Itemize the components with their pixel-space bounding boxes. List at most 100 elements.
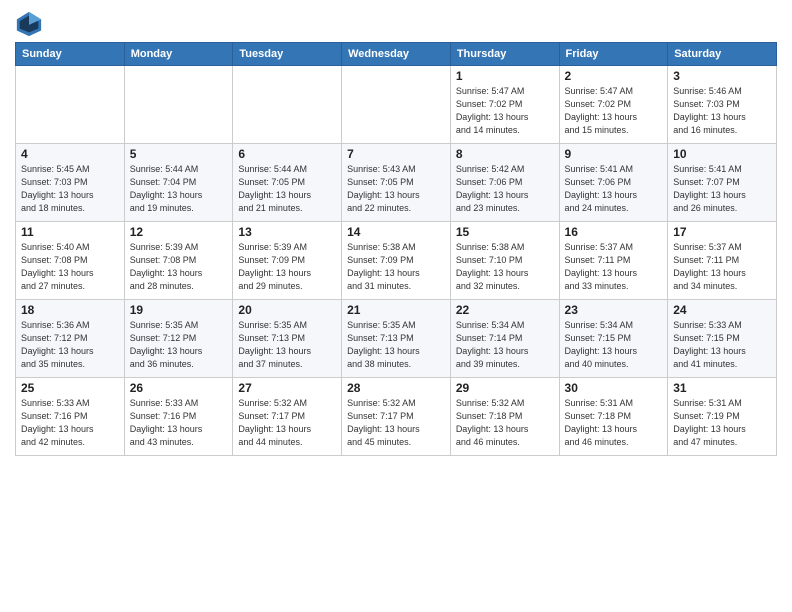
day-number: 12 [130,225,228,239]
day-info: Sunrise: 5:39 AM Sunset: 7:08 PM Dayligh… [130,241,228,293]
calendar-cell: 10Sunrise: 5:41 AM Sunset: 7:07 PM Dayli… [668,144,777,222]
day-info: Sunrise: 5:31 AM Sunset: 7:18 PM Dayligh… [565,397,663,449]
day-info: Sunrise: 5:35 AM Sunset: 7:13 PM Dayligh… [347,319,445,371]
calendar-cell: 29 Sunrise: 5:32 AM Sunset: 7:18 PM Dayli… [450,378,559,456]
day-number: 13 [238,225,336,239]
day-info: Sunrise: 5:44 AM Sunset: 7:04 PM Dayligh… [130,163,228,215]
day-number: 25 [21,381,119,395]
calendar-cell: 2 Sunrise: 5:47 AM Sunset: 7:02 PM Daylig… [559,66,668,144]
day-number: 4 [21,147,119,161]
calendar-cell: 16 Sunrise: 5:37 AM Sunset: 7:11 PM Dayli… [559,222,668,300]
calendar-cell: 11 Sunrise: 5:40 AM Sunset: 7:08 PM Dayli… [16,222,125,300]
calendar-cell: 9 Sunrise: 5:41 AM Sunset: 7:06 PM Daylig… [559,144,668,222]
day-number: 15 [456,225,554,239]
calendar-cell: 17 Sunrise: 5:37 AM Sunset: 7:11 PM Dayli… [668,222,777,300]
day-number: 2 [565,69,663,83]
day-number: 26 [130,381,228,395]
calendar-body: 1 Sunrise: 5:47 AM Sunset: 7:02 PM Daylig… [16,66,777,456]
day-info: Sunrise: 5:33 AM Sunset: 7:15 PM Dayligh… [673,319,771,371]
calendar-cell: 1Sunrise: 5:47 AM Sunset: 7:02 PM Daylig… [450,66,559,144]
day-number: 7 [347,147,445,161]
day-number: 11 [21,225,119,239]
weekday-monday: Monday [124,43,233,66]
calendar-cell: 23 Sunrise: 5:34 AM Sunset: 7:15 PM Dayli… [559,300,668,378]
logo [15,10,47,38]
calendar-cell: 26 Sunrise: 5:33 AM Sunset: 7:16 PM Dayli… [124,378,233,456]
day-number: 18 [21,303,119,317]
calendar-cell: 12 Sunrise: 5:39 AM Sunset: 7:08 PM Dayli… [124,222,233,300]
day-info: Sunrise: 5:32 AM Sunset: 7:18 PM Dayligh… [456,397,554,449]
day-info: Sunrise: 5:44 AM Sunset: 7:05 PM Dayligh… [238,163,336,215]
day-number: 17 [673,225,771,239]
weekday-friday: Friday [559,43,668,66]
day-number: 21 [347,303,445,317]
day-number: 1 [456,69,554,83]
weekday-sunday: Sunday [16,43,125,66]
calendar-cell: 13 Sunrise: 5:39 AM Sunset: 7:09 PM Dayli… [233,222,342,300]
day-number: 31 [673,381,771,395]
day-info: Sunrise: 5:46 AM Sunset: 7:03 PM Dayligh… [673,85,771,137]
calendar-cell [16,66,125,144]
day-number: 19 [130,303,228,317]
calendar-cell: 4 Sunrise: 5:45 AM Sunset: 7:03 PM Daylig… [16,144,125,222]
calendar-cell [233,66,342,144]
day-info: Sunrise: 5:45 AM Sunset: 7:03 PM Dayligh… [21,163,119,215]
day-number: 29 [456,381,554,395]
calendar-cell: 25 Sunrise: 5:33 AM Sunset: 7:16 PM Dayli… [16,378,125,456]
day-info: Sunrise: 5:41 AM Sunset: 7:06 PM Dayligh… [565,163,663,215]
day-number: 20 [238,303,336,317]
day-info: Sunrise: 5:34 AM Sunset: 7:14 PM Dayligh… [456,319,554,371]
week-row-2: 11 Sunrise: 5:40 AM Sunset: 7:08 PM Dayli… [16,222,777,300]
calendar-cell: 20Sunrise: 5:35 AM Sunset: 7:13 PM Dayli… [233,300,342,378]
calendar-cell: 5 Sunrise: 5:44 AM Sunset: 7:04 PM Daylig… [124,144,233,222]
day-number: 16 [565,225,663,239]
calendar-table: SundayMondayTuesdayWednesdayThursdayFrid… [15,42,777,456]
day-number: 23 [565,303,663,317]
calendar-cell: 30Sunrise: 5:31 AM Sunset: 7:18 PM Dayli… [559,378,668,456]
week-row-3: 18Sunrise: 5:36 AM Sunset: 7:12 PM Dayli… [16,300,777,378]
day-info: Sunrise: 5:32 AM Sunset: 7:17 PM Dayligh… [347,397,445,449]
day-info: Sunrise: 5:38 AM Sunset: 7:09 PM Dayligh… [347,241,445,293]
calendar-cell: 22 Sunrise: 5:34 AM Sunset: 7:14 PM Dayli… [450,300,559,378]
day-info: Sunrise: 5:40 AM Sunset: 7:08 PM Dayligh… [21,241,119,293]
day-info: Sunrise: 5:34 AM Sunset: 7:15 PM Dayligh… [565,319,663,371]
day-number: 27 [238,381,336,395]
calendar-cell: 24 Sunrise: 5:33 AM Sunset: 7:15 PM Dayli… [668,300,777,378]
day-info: Sunrise: 5:38 AM Sunset: 7:10 PM Dayligh… [456,241,554,293]
day-number: 3 [673,69,771,83]
day-info: Sunrise: 5:33 AM Sunset: 7:16 PM Dayligh… [21,397,119,449]
weekday-thursday: Thursday [450,43,559,66]
calendar-cell: 21 Sunrise: 5:35 AM Sunset: 7:13 PM Dayli… [342,300,451,378]
calendar-cell: 3 Sunrise: 5:46 AM Sunset: 7:03 PM Daylig… [668,66,777,144]
day-info: Sunrise: 5:42 AM Sunset: 7:06 PM Dayligh… [456,163,554,215]
calendar-cell: 6 Sunrise: 5:44 AM Sunset: 7:05 PM Daylig… [233,144,342,222]
week-row-0: 1 Sunrise: 5:47 AM Sunset: 7:02 PM Daylig… [16,66,777,144]
day-info: Sunrise: 5:43 AM Sunset: 7:05 PM Dayligh… [347,163,445,215]
day-number: 28 [347,381,445,395]
day-info: Sunrise: 5:37 AM Sunset: 7:11 PM Dayligh… [565,241,663,293]
day-number: 24 [673,303,771,317]
header [15,10,777,38]
weekday-wednesday: Wednesday [342,43,451,66]
calendar-cell: 28 Sunrise: 5:32 AM Sunset: 7:17 PM Dayli… [342,378,451,456]
day-number: 22 [456,303,554,317]
day-number: 9 [565,147,663,161]
calendar-cell: 8 Sunrise: 5:42 AM Sunset: 7:06 PM Daylig… [450,144,559,222]
day-info: Sunrise: 5:41 AM Sunset: 7:07 PM Dayligh… [673,163,771,215]
calendar-cell: 15 Sunrise: 5:38 AM Sunset: 7:10 PM Dayli… [450,222,559,300]
week-row-1: 4 Sunrise: 5:45 AM Sunset: 7:03 PM Daylig… [16,144,777,222]
day-number: 14 [347,225,445,239]
day-info: Sunrise: 5:37 AM Sunset: 7:11 PM Dayligh… [673,241,771,293]
calendar-cell [124,66,233,144]
weekday-tuesday: Tuesday [233,43,342,66]
day-info: Sunrise: 5:47 AM Sunset: 7:02 PM Dayligh… [565,85,663,137]
day-info: Sunrise: 5:33 AM Sunset: 7:16 PM Dayligh… [130,397,228,449]
day-number: 6 [238,147,336,161]
day-number: 8 [456,147,554,161]
day-number: 5 [130,147,228,161]
day-info: Sunrise: 5:35 AM Sunset: 7:12 PM Dayligh… [130,319,228,371]
calendar-cell: 14 Sunrise: 5:38 AM Sunset: 7:09 PM Dayli… [342,222,451,300]
day-info: Sunrise: 5:31 AM Sunset: 7:19 PM Dayligh… [673,397,771,449]
day-info: Sunrise: 5:39 AM Sunset: 7:09 PM Dayligh… [238,241,336,293]
page-container: SundayMondayTuesdayWednesdayThursdayFrid… [0,0,792,461]
